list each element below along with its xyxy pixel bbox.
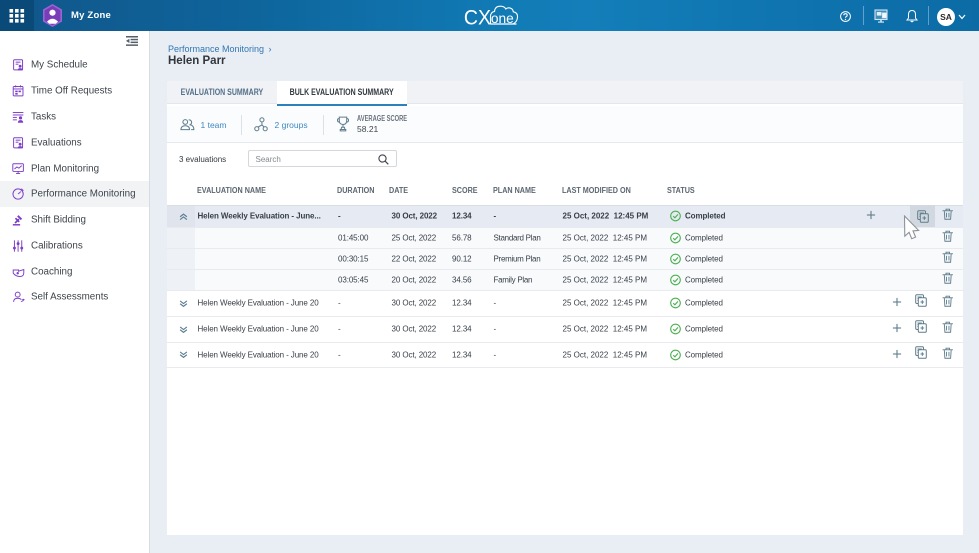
svg-text:CX: CX — [463, 7, 491, 28]
svg-text:one: one — [490, 10, 513, 26]
